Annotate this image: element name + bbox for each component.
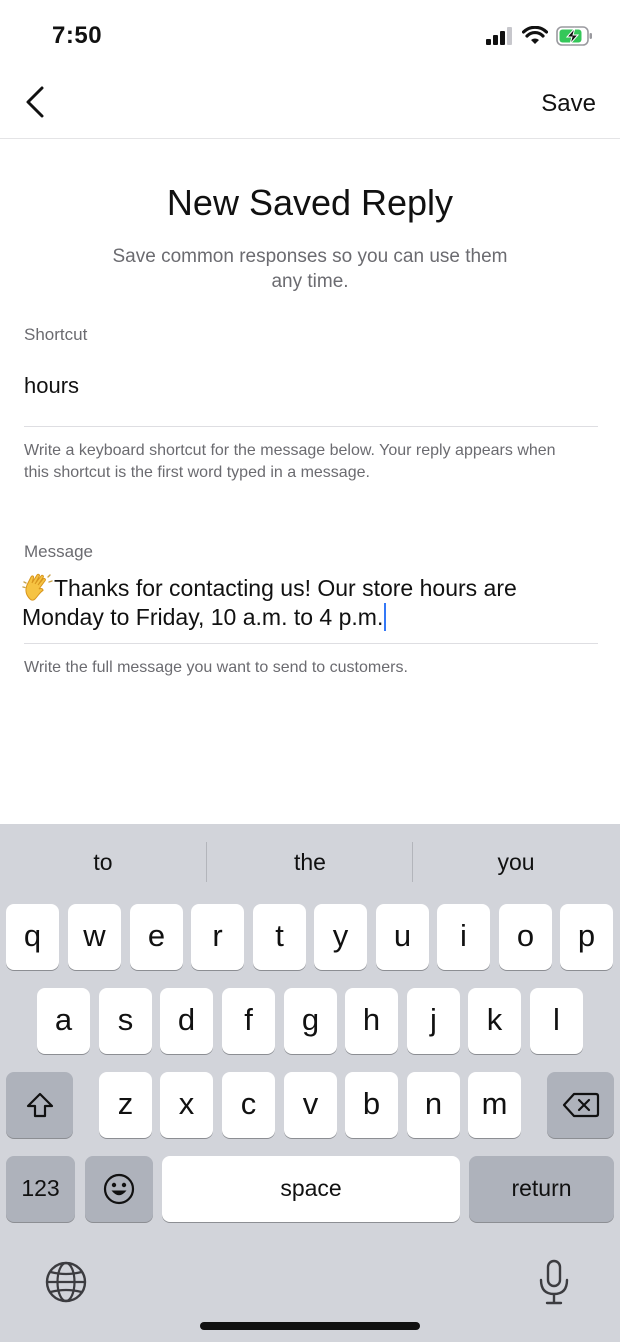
key-x[interactable]: x (160, 1072, 213, 1138)
wifi-icon (521, 25, 549, 51)
message-line-2: Monday to Friday, 10 a.m. to 4 p.m. (22, 604, 384, 630)
shift-key[interactable] (6, 1072, 73, 1138)
key-z[interactable]: z (99, 1072, 152, 1138)
dictation-button[interactable] (526, 1254, 582, 1310)
suggestion-bar: to the you (0, 824, 620, 900)
microphone-icon (526, 1259, 582, 1314)
key-t[interactable]: t (253, 904, 306, 970)
keyboard: to the you q w e r t y u i o p a s d f g… (0, 824, 620, 1342)
key-i[interactable]: i (437, 904, 490, 970)
key-w[interactable]: w (68, 904, 121, 970)
key-b[interactable]: b (345, 1072, 398, 1138)
key-e[interactable]: e (130, 904, 183, 970)
page-title: New Saved Reply (166, 182, 454, 223)
key-d[interactable]: d (160, 988, 213, 1054)
key-p[interactable]: p (560, 904, 613, 970)
suggestion-item[interactable]: the (207, 824, 413, 900)
message-help-text: Write the full message you want to send … (24, 659, 408, 676)
key-a[interactable]: a (37, 988, 90, 1054)
message-input[interactable]: Thanks for contacting us! Our store hour… (22, 573, 602, 632)
shortcut-label: Shortcut (24, 325, 88, 344)
key-l[interactable]: l (530, 988, 583, 1054)
status-time: 7:50 (52, 22, 103, 49)
shortcut-input[interactable]: hours (24, 373, 79, 399)
suggestion-item[interactable]: to (0, 824, 206, 900)
key-g[interactable]: g (284, 988, 337, 1054)
key-o[interactable]: o (499, 904, 552, 970)
key-m[interactable]: m (468, 1072, 521, 1138)
globe-icon (38, 1261, 94, 1314)
space-key[interactable]: space (162, 1156, 460, 1222)
chevron-left-icon (18, 86, 58, 130)
page-subtitle: Save common responses so you can use the… (112, 246, 508, 292)
save-button[interactable]: Save (541, 90, 596, 118)
globe-button[interactable] (38, 1254, 94, 1310)
numbers-key[interactable]: 123 (6, 1156, 75, 1222)
key-h[interactable]: h (345, 988, 398, 1054)
key-y[interactable]: y (314, 904, 367, 970)
home-indicator[interactable] (200, 1322, 420, 1330)
key-n[interactable]: n (407, 1072, 460, 1138)
return-key[interactable]: return (469, 1156, 614, 1222)
shortcut-help-text: Write a keyboard shortcut for the messag… (24, 442, 556, 481)
suggestion-item[interactable]: you (413, 824, 619, 900)
waving-hand-icon (22, 573, 54, 601)
text-caret (384, 603, 387, 631)
status-bar: 7:50 (0, 0, 620, 70)
key-r[interactable]: r (191, 904, 244, 970)
message-line-1: Thanks for contacting us! Our store hour… (54, 575, 517, 601)
nav-bar: Save (0, 70, 620, 139)
key-v[interactable]: v (284, 1072, 337, 1138)
battery-charging-icon (556, 25, 594, 51)
status-icons (486, 25, 594, 51)
shortcut-divider (24, 426, 598, 427)
message-divider (24, 643, 598, 644)
key-c[interactable]: c (222, 1072, 275, 1138)
key-s[interactable]: s (99, 988, 152, 1054)
delete-key[interactable] (547, 1072, 614, 1138)
message-label: Message (24, 542, 93, 561)
key-f[interactable]: f (222, 988, 275, 1054)
key-k[interactable]: k (468, 988, 521, 1054)
emoji-key[interactable] (85, 1156, 153, 1222)
key-j[interactable]: j (407, 988, 460, 1054)
back-button[interactable] (18, 82, 58, 126)
cellular-signal-icon (486, 26, 514, 50)
key-u[interactable]: u (376, 904, 429, 970)
key-q[interactable]: q (6, 904, 59, 970)
